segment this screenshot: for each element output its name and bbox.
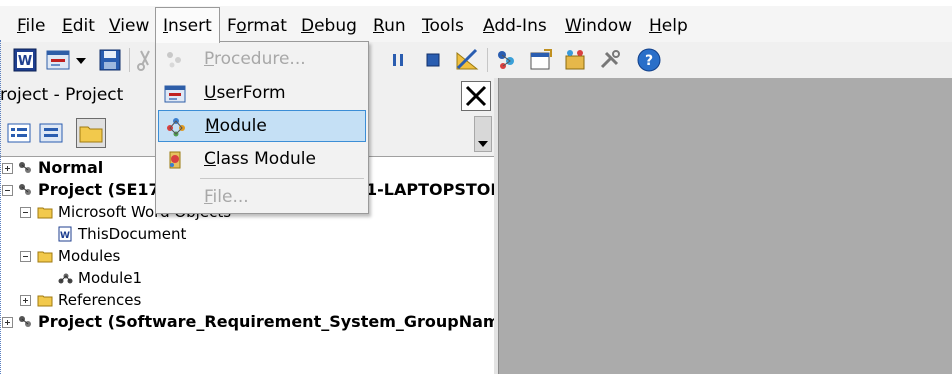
menu-item-module[interactable]: Module bbox=[158, 110, 366, 142]
menu-file[interactable]: File bbox=[17, 13, 45, 39]
expand-icon[interactable] bbox=[20, 295, 31, 306]
menu-edit[interactable]: Edit bbox=[62, 13, 95, 39]
help-icon[interactable]: ? bbox=[636, 47, 662, 73]
menu-item-label: File... bbox=[204, 187, 249, 207]
tree-node-project-software-requirement[interactable]: Project (Software_Requirement_System_Gro… bbox=[0, 311, 494, 333]
tree-node-modules[interactable]: Modules bbox=[0, 245, 494, 267]
code-area[interactable] bbox=[498, 78, 952, 374]
tree-node-references[interactable]: References bbox=[0, 289, 494, 311]
menu-insert[interactable]: Insert bbox=[155, 7, 220, 43]
menu-help[interactable]: Help bbox=[649, 13, 688, 39]
chevron-down-icon[interactable] bbox=[73, 47, 89, 73]
expand-icon[interactable] bbox=[2, 163, 13, 174]
svg-text:?: ? bbox=[645, 53, 653, 69]
menu-view[interactable]: View bbox=[109, 13, 149, 39]
tree-label: References bbox=[58, 291, 142, 309]
menu-tools[interactable]: Tools bbox=[422, 13, 464, 39]
project-node-icon bbox=[19, 162, 31, 173]
tree-label: Modules bbox=[58, 247, 121, 265]
close-icon[interactable] bbox=[461, 81, 491, 111]
toolbar-separator bbox=[487, 48, 488, 72]
word-document-icon: W bbox=[58, 226, 72, 242]
userform-icon bbox=[164, 85, 186, 103]
menu-format[interactable]: Format bbox=[227, 13, 287, 39]
folder-open-icon bbox=[37, 251, 53, 263]
design-mode-icon[interactable] bbox=[454, 47, 480, 73]
menu-item-label: UserForm bbox=[204, 83, 286, 103]
insert-menu-dropdown: Procedure... UserForm Module Class Modul… bbox=[155, 41, 369, 214]
toolbox-icon[interactable] bbox=[597, 47, 623, 73]
svg-text:W: W bbox=[60, 231, 70, 241]
dock-indicator bbox=[0, 40, 1, 374]
menu-item-label: Class Module bbox=[204, 149, 316, 169]
reset-icon[interactable] bbox=[420, 47, 446, 73]
collapse-icon[interactable] bbox=[20, 251, 31, 262]
svg-text:W: W bbox=[18, 54, 32, 69]
menu-add-ins[interactable]: Add-Ins bbox=[483, 13, 547, 39]
cut-icon[interactable] bbox=[136, 47, 154, 73]
menu-item-class-module[interactable]: Class Module bbox=[158, 144, 366, 176]
menu-run[interactable]: Run bbox=[373, 13, 406, 39]
menu-bar: File Edit View Insert Format Debug Run T… bbox=[0, 6, 952, 43]
break-icon[interactable] bbox=[385, 47, 411, 73]
menu-item-file[interactable]: File... bbox=[158, 182, 366, 214]
module-icon bbox=[58, 273, 73, 284]
toggle-folders-icon[interactable] bbox=[76, 118, 106, 148]
project-node-icon bbox=[19, 316, 31, 327]
menu-item-procedure[interactable]: Procedure... bbox=[158, 44, 366, 76]
tree-label: Project (Software_Requirement_System_Gro… bbox=[38, 312, 494, 331]
tree-node-module1[interactable]: Module1 bbox=[0, 267, 494, 289]
pane-title: roject - Project bbox=[0, 85, 124, 105]
save-icon[interactable] bbox=[97, 47, 123, 73]
project-node-icon bbox=[19, 184, 31, 195]
collapse-icon[interactable] bbox=[20, 207, 31, 218]
tree-label: Project (SE170 bbox=[38, 180, 171, 199]
class-module-icon bbox=[169, 151, 181, 169]
module-icon bbox=[167, 118, 185, 137]
pane-scrollbar[interactable] bbox=[474, 116, 492, 152]
toolbar-separator bbox=[129, 48, 130, 72]
view-code-icon[interactable] bbox=[5, 119, 33, 147]
expand-icon[interactable] bbox=[2, 317, 13, 328]
tree-label: 1-LAPTOPSTOR bbox=[366, 180, 494, 199]
collapse-icon[interactable] bbox=[2, 185, 13, 196]
object-browser-icon[interactable] bbox=[562, 47, 588, 73]
menu-debug[interactable]: Debug bbox=[301, 13, 357, 39]
view-object-icon[interactable] bbox=[37, 119, 65, 147]
menu-separator bbox=[200, 178, 364, 179]
tree-label: Module1 bbox=[78, 269, 143, 287]
tree-node-thisdocument[interactable]: W ThisDocument bbox=[0, 223, 494, 245]
menu-item-label: Module bbox=[205, 116, 267, 136]
standard-toolbar: W ? bbox=[0, 42, 952, 78]
tree-label: ThisDocument bbox=[78, 225, 187, 243]
project-explorer-icon[interactable] bbox=[494, 47, 520, 73]
procedure-icon bbox=[167, 52, 181, 68]
menu-window[interactable]: Window bbox=[565, 13, 632, 39]
folder-open-icon bbox=[37, 207, 53, 219]
folder-icon bbox=[37, 295, 53, 307]
menu-item-label: Procedure... bbox=[204, 49, 306, 69]
menu-item-userform[interactable]: UserForm bbox=[158, 78, 366, 110]
properties-window-icon[interactable] bbox=[528, 47, 554, 73]
tree-label: Normal bbox=[38, 158, 104, 177]
view-word-icon[interactable]: W bbox=[12, 47, 38, 73]
insert-userform-icon[interactable] bbox=[45, 47, 71, 73]
